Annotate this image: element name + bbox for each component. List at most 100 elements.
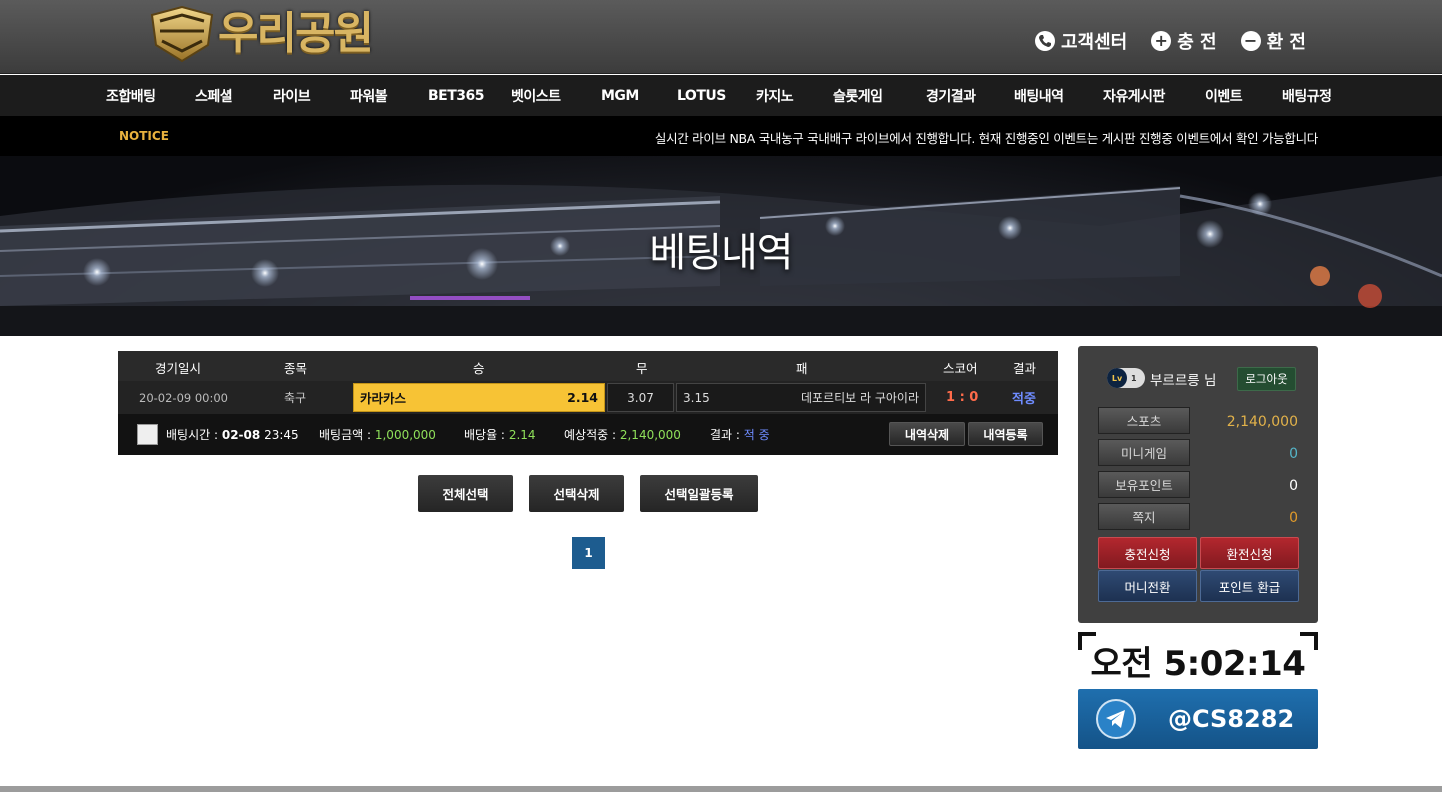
nav-item-4[interactable]: 파워볼	[350, 86, 388, 106]
nav-item-7[interactable]: MGM	[601, 88, 639, 104]
select-all-button[interactable]: 전체선택	[418, 475, 513, 512]
bet-expected-label: 예상적중 :	[564, 428, 617, 442]
header-lose: 패	[796, 361, 808, 376]
draw-odds: 3.07	[627, 390, 654, 405]
bet-rate-value: 2.14	[508, 428, 536, 442]
plus-circle-icon: +	[1151, 31, 1172, 51]
deposit-request-button[interactable]: 충전신청	[1098, 537, 1197, 569]
bet-date: 02-08	[221, 428, 261, 442]
messages-value: 0	[1289, 510, 1298, 526]
sports-balance-value: 2,140,000	[1226, 414, 1298, 430]
bet-rate-label: 배당율 :	[464, 428, 505, 442]
header-win: 승	[473, 361, 485, 376]
sports-balance-label: 스포츠	[1098, 407, 1190, 434]
header-draw: 무	[636, 361, 648, 376]
deposit-link[interactable]: + 충 전	[1151, 28, 1217, 54]
nav-item-2[interactable]: 스페셜	[195, 86, 233, 106]
logout-button[interactable]: 로그아웃	[1237, 367, 1296, 391]
match-sport: 축구	[284, 391, 307, 405]
header-datetime: 경기일시	[155, 361, 202, 376]
nav-item-15[interactable]: 배팅규정	[1282, 86, 1332, 106]
match-result: 적중	[1012, 392, 1036, 407]
page-banner: 베팅내역	[0, 156, 1442, 336]
footer-bar	[0, 786, 1442, 792]
clock-time: 오전 5:02:14	[1090, 644, 1306, 684]
bet-result-label: 결과 :	[710, 428, 740, 442]
minus-circle-icon: −	[1240, 31, 1261, 51]
notice-bar: NOTICE 실시간 라이브 NBA 국내농구 국내배구 라이브에서 진행합니다…	[0, 116, 1442, 156]
notice-label: NOTICE	[119, 129, 169, 143]
point-exchange-button[interactable]: 포인트 환급	[1200, 570, 1299, 602]
nav-item-1[interactable]: 조합배팅	[106, 86, 156, 106]
telegram-icon	[1096, 699, 1136, 739]
points-value: 0	[1289, 478, 1298, 494]
telegram-contact-button[interactable]: @CS8282	[1078, 689, 1318, 749]
withdraw-request-button[interactable]: 환전신청	[1200, 537, 1299, 569]
nav-item-10[interactable]: 슬롯게임	[833, 86, 883, 106]
nav-item-5[interactable]: BET365	[428, 88, 485, 104]
nav-item-3[interactable]: 라이브	[273, 86, 311, 106]
messages-label: 쪽지	[1098, 503, 1190, 530]
nav-item-8[interactable]: LOTUS	[677, 88, 726, 104]
bulk-register-button[interactable]: 선택일괄등록	[640, 475, 758, 512]
phone-icon	[1034, 31, 1055, 51]
table-row: 20-02-09 00:00 축구 카라카스 2.14 3.07 3.15 데포…	[118, 381, 1058, 414]
telegram-handle: @CS8282	[1168, 705, 1295, 733]
nav-item-14[interactable]: 이벤트	[1205, 86, 1243, 106]
register-history-button[interactable]: 내역등록	[968, 422, 1043, 446]
home-team: 카라카스	[360, 391, 407, 406]
header-score: 스코어	[943, 361, 978, 376]
bet-history-table: 경기일시 종목 승 무 패 스코어 결과 20-02-09 00:00 축구 카…	[118, 351, 1058, 455]
nav-item-12[interactable]: 배팅내역	[1014, 86, 1064, 106]
header-sport: 종목	[284, 361, 308, 376]
match-score: 1 : 0	[946, 390, 979, 405]
nav-item-11[interactable]: 경기결과	[926, 86, 976, 106]
bet-result: 결과 : 적 중	[710, 426, 770, 443]
bet-time: 배팅시간 : 02-08 23:45	[166, 426, 299, 443]
nav-item-9[interactable]: 카지노	[756, 86, 794, 106]
money-convert-button[interactable]: 머니전환	[1098, 570, 1197, 602]
minigame-balance-label: 미니게임	[1098, 439, 1190, 466]
bet-select-checkbox[interactable]	[137, 424, 158, 445]
delete-selected-button[interactable]: 선택삭제	[529, 475, 624, 512]
away-odds: 3.15	[683, 390, 710, 405]
withdraw-link[interactable]: − 환 전	[1240, 28, 1306, 54]
clock: 오전 5:02:14	[1078, 632, 1318, 684]
level-icon: Lv	[1107, 368, 1127, 388]
away-team: 데포르티보 라 구아이라	[800, 391, 919, 405]
bet-expected: 예상적중 : 2,140,000	[564, 426, 681, 443]
main-nav: 조합배팅 스페셜 라이브 파워볼 BET365 벳이스트 MGM LOTUS 카지노 슬롯게임 경기…	[0, 75, 1442, 116]
level-number: 1	[1131, 373, 1137, 383]
bet-result-value: 적 중	[743, 428, 770, 442]
home-win-selection[interactable]: 카라카스 2.14	[353, 383, 605, 412]
bet-amount: 배팅금액 : 1,000,000	[319, 426, 436, 443]
username: 부르르릉 님	[1150, 373, 1217, 389]
match-datetime: 20-02-09 00:00	[139, 390, 228, 405]
away-win-selection[interactable]: 3.15 데포르티보 라 구아이라	[676, 383, 926, 412]
logo-text: 우리공원	[218, 8, 374, 59]
home-odds: 2.14	[567, 390, 598, 405]
minigame-balance-value: 0	[1289, 446, 1298, 462]
page-number-1[interactable]: 1	[572, 537, 605, 569]
bet-time-label: 배팅시간 :	[166, 428, 219, 442]
page-title: 베팅내역	[649, 230, 793, 276]
delete-history-button[interactable]: 내역삭제	[889, 422, 965, 446]
bet-time-value: 23:45	[264, 428, 299, 442]
header-links: 고객센터 + 충 전 − 환 전	[1034, 28, 1306, 54]
nav-item-13[interactable]: 자유게시판	[1103, 86, 1165, 106]
draw-selection[interactable]: 3.07	[607, 383, 674, 412]
bet-amount-label: 배팅금액 :	[319, 428, 372, 442]
bet-rate: 배당율 : 2.14	[464, 426, 536, 443]
customer-center-link[interactable]: 고객센터	[1034, 28, 1128, 54]
customer-center-label: 고객센터	[1060, 32, 1128, 53]
nav-item-6[interactable]: 벳이스트	[511, 86, 561, 106]
header-result: 결과	[1013, 361, 1037, 376]
bet-expected-value: 2,140,000	[619, 428, 681, 442]
site-logo[interactable]: 우리공원	[148, 4, 374, 64]
logo-emblem-icon	[148, 5, 216, 63]
level-badge: Lv 1	[1107, 368, 1145, 388]
notice-text: 실시간 라이브 NBA 국내농구 국내배구 라이브에서 진행합니다. 현재 진행…	[654, 131, 1318, 146]
top-header: 우리공원 고객센터 + 충 전 − 환 전	[0, 0, 1442, 74]
bet-summary: 배팅시간 : 02-08 23:45 배팅금액 : 1,000,000 배당율 …	[118, 414, 1058, 455]
points-label: 보유포인트	[1098, 471, 1190, 498]
